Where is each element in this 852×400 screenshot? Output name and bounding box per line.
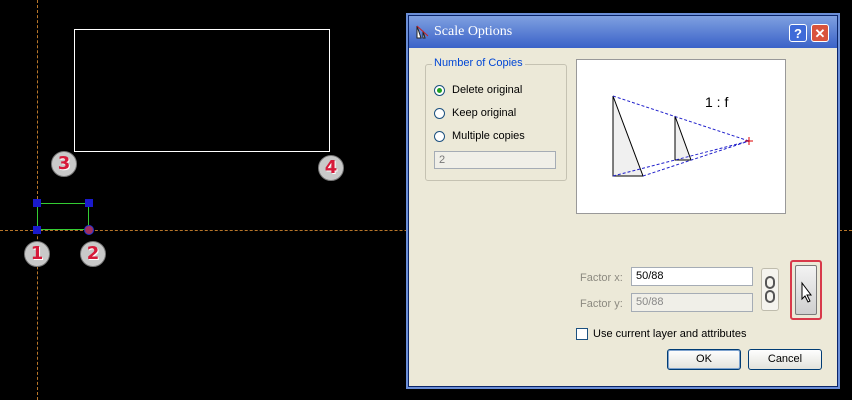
selection-handle[interactable]: [33, 226, 41, 234]
radio-label: Multiple copies: [452, 130, 525, 142]
scale-options-dialog: Scale Options ? ✕ Number of Copies Delet…: [408, 15, 838, 387]
step-badge-1: 1: [24, 241, 50, 267]
selection-handle[interactable]: [85, 199, 93, 207]
group-title: Number of Copies: [432, 57, 525, 69]
link-factors-button[interactable]: [761, 268, 779, 311]
ok-button[interactable]: OK: [667, 349, 741, 370]
dialog-title: Scale Options: [434, 24, 513, 39]
radio-label: Delete original: [452, 84, 523, 96]
step-badge-2: 2: [80, 241, 106, 267]
factor-x-label: Factor x:: [580, 272, 623, 284]
reference-point-marker: [84, 225, 94, 235]
scale-tool-icon: [416, 25, 429, 39]
step-badge-4: 4: [318, 155, 344, 181]
target-rectangle[interactable]: [74, 29, 330, 152]
copies-count-input[interactable]: 2: [434, 151, 556, 169]
radio-button[interactable]: [434, 131, 445, 142]
checkbox-label: Use current layer and attributes: [593, 328, 747, 340]
help-button[interactable]: ?: [789, 24, 807, 42]
selection-handle[interactable]: [33, 199, 41, 207]
use-current-layer-checkbox[interactable]: [576, 328, 588, 340]
close-button[interactable]: ✕: [811, 24, 829, 42]
step-badge-3: 3: [51, 151, 77, 177]
selected-rectangle[interactable]: [37, 203, 89, 230]
pick-highlight-frame: [790, 260, 822, 320]
radio-button[interactable]: [434, 108, 445, 119]
factor-y-input[interactable]: 50/88: [631, 293, 753, 312]
factor-x-input[interactable]: 50/88: [631, 267, 753, 286]
number-of-copies-group: Number of Copies Delete original Keep or…: [425, 57, 567, 181]
radio-label: Keep original: [452, 107, 517, 119]
chain-link-icon: [765, 276, 775, 303]
radio-button[interactable]: [434, 85, 445, 96]
cancel-button[interactable]: Cancel: [748, 349, 822, 370]
pointer-arrow-icon: [801, 281, 812, 303]
scale-preview-illustration: 1 : f: [576, 59, 786, 214]
ratio-label: 1 : f: [705, 94, 728, 110]
dialog-titlebar[interactable]: Scale Options ? ✕: [409, 16, 837, 48]
pick-from-drawing-button[interactable]: [795, 265, 817, 315]
factor-y-label: Factor y:: [580, 298, 623, 310]
